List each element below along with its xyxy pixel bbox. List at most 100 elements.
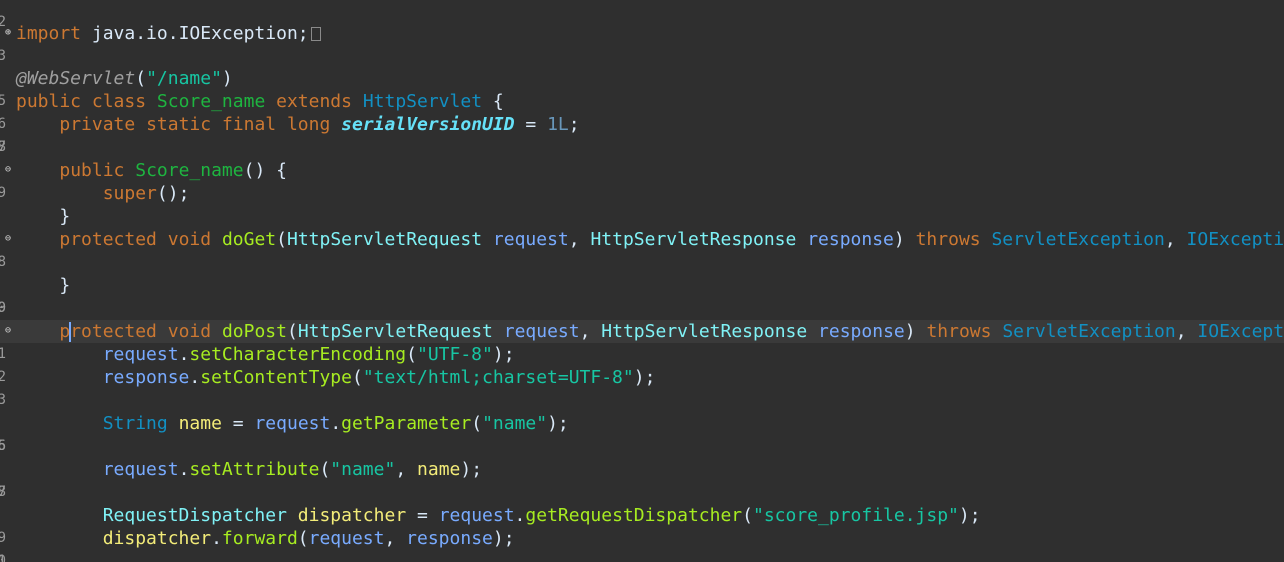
- token: static: [146, 114, 212, 135]
- token: rotected: [70, 321, 157, 342]
- token: request: [102, 459, 179, 480]
- code-text: String name = request.getParameter("name…: [102, 413, 569, 434]
- token: HttpServletRequest: [297, 321, 493, 342]
- token: HttpServletResponse: [590, 229, 797, 250]
- code-text: public class Score_name extends HttpServ…: [16, 91, 504, 112]
- code-text: response.setContentType("text/html;chars…: [102, 367, 656, 388]
- code-line: 2: [0, 0, 1284, 30]
- fold-collapse-icon[interactable]: ⊖: [3, 165, 13, 175]
- token: HttpServletRequest: [286, 229, 483, 250]
- code-line: 3 response.setContentType("text/html;cha…: [0, 366, 1284, 408]
- token: HttpServletResponse: [601, 321, 808, 342]
- token: ServletException: [991, 229, 1165, 250]
- code-text: @WebServlet("/name"): [16, 68, 233, 89]
- fold-collapse-icon[interactable]: ⊖: [3, 326, 13, 336]
- token: long: [286, 114, 331, 135]
- code-line: 9 }: [0, 274, 1284, 316]
- token: getRequestDispatcher: [525, 505, 743, 526]
- token: name: [178, 413, 222, 434]
- token: IOException: [1186, 229, 1284, 250]
- token: name: [417, 459, 461, 480]
- code-text: }: [59, 206, 71, 227]
- token: request: [308, 528, 385, 549]
- code-line: 3 ⊕ import java.io.IOException;: [0, 22, 1284, 64]
- token: dispatcher: [102, 528, 212, 549]
- token: void: [167, 321, 212, 342]
- code-line: 6: [0, 435, 1284, 458]
- token: response: [807, 229, 894, 250]
- line-number: 8: [0, 484, 6, 500]
- code-line: 8: [0, 136, 1284, 159]
- token: dispatcher: [297, 505, 407, 526]
- token: request: [503, 321, 580, 342]
- line-number: 1: [0, 553, 6, 562]
- code-line: 0 dispatcher.forward(request, response);: [0, 527, 1284, 562]
- code-text: request.setAttribute("name", name);: [102, 459, 483, 480]
- token: Score_name: [135, 160, 244, 181]
- token: "text/html;charset=UTF-8": [362, 367, 634, 388]
- code-line: }: [0, 205, 1284, 228]
- token: 1L: [547, 114, 569, 135]
- code-text: super();: [102, 183, 190, 204]
- code-text: }: [59, 275, 71, 296]
- token: @WebServlet: [16, 68, 136, 89]
- code-line: 0: [0, 297, 1284, 320]
- code-line: 7 request.setAttribute("name", name);: [0, 458, 1284, 500]
- token: response: [102, 367, 190, 388]
- code-text: import java.io.IOException;: [16, 22, 321, 45]
- token: doPost: [221, 321, 287, 342]
- fold-expand-icon[interactable]: ⊕: [3, 28, 13, 38]
- token: serialVersionUID: [341, 114, 515, 135]
- token: "UTF-8": [417, 344, 493, 365]
- token: ServletException: [1002, 321, 1176, 342]
- folded-imports-icon[interactable]: [310, 27, 321, 41]
- token: response: [818, 321, 905, 342]
- token: import: [16, 23, 82, 44]
- token: private: [59, 114, 136, 135]
- code-line: 9 ⊖ public Score_name() {: [0, 159, 1284, 201]
- token: RequestDispatcher: [102, 505, 287, 526]
- token: request: [102, 344, 179, 365]
- token: public: [16, 91, 82, 112]
- token: throws: [915, 229, 981, 250]
- token: protected: [59, 229, 157, 250]
- token: final: [221, 114, 277, 135]
- token: "score_profile.jsp": [752, 505, 959, 526]
- token: java.io.IOException;: [91, 23, 309, 44]
- token: setAttribute: [189, 459, 320, 480]
- token: request: [438, 505, 515, 526]
- code-line: super();: [0, 182, 1284, 205]
- code-text: private static final long serialVersionU…: [59, 114, 580, 135]
- token: super: [102, 183, 157, 204]
- code-line: 8: [0, 481, 1284, 504]
- token: "name": [330, 459, 396, 480]
- code-line: 5 String name = request.getParameter("na…: [0, 412, 1284, 454]
- token: request: [492, 229, 569, 250]
- fold-collapse-icon[interactable]: ⊖: [3, 234, 13, 244]
- current-code-line: 1 ⊖ protected void doPost(HttpServletReq…: [0, 320, 1284, 362]
- token: throws: [926, 321, 992, 342]
- code-line: ⊖ protected void doGet(HttpServletReques…: [0, 228, 1284, 251]
- token: setContentType: [200, 367, 352, 388]
- line-number: 6: [0, 438, 6, 454]
- token: IOException: [1197, 321, 1284, 342]
- code-text: request.setCharacterEncoding("UTF-8");: [102, 344, 515, 365]
- token: class: [91, 91, 147, 112]
- line-number: 0: [0, 300, 6, 316]
- code-text: protected void doPost(HttpServletRequest…: [16, 320, 1284, 343]
- token: setCharacterEncoding: [189, 344, 407, 365]
- code-text: protected void doGet(HttpServletRequest …: [16, 228, 1284, 251]
- token: HttpServlet: [362, 91, 483, 112]
- token: forward: [221, 528, 298, 549]
- code-text: dispatcher.forward(request, response);: [102, 528, 515, 549]
- token: getParameter: [341, 413, 472, 434]
- token: request: [254, 413, 331, 434]
- token: extends: [276, 91, 352, 112]
- token: "/name": [146, 68, 222, 89]
- token: void: [167, 229, 212, 250]
- token: response: [406, 528, 493, 549]
- code-editor[interactable]: 2 3 ⊕ import java.io.IOException; 5 @Web…: [0, 0, 1284, 562]
- code-line: 8: [0, 251, 1284, 274]
